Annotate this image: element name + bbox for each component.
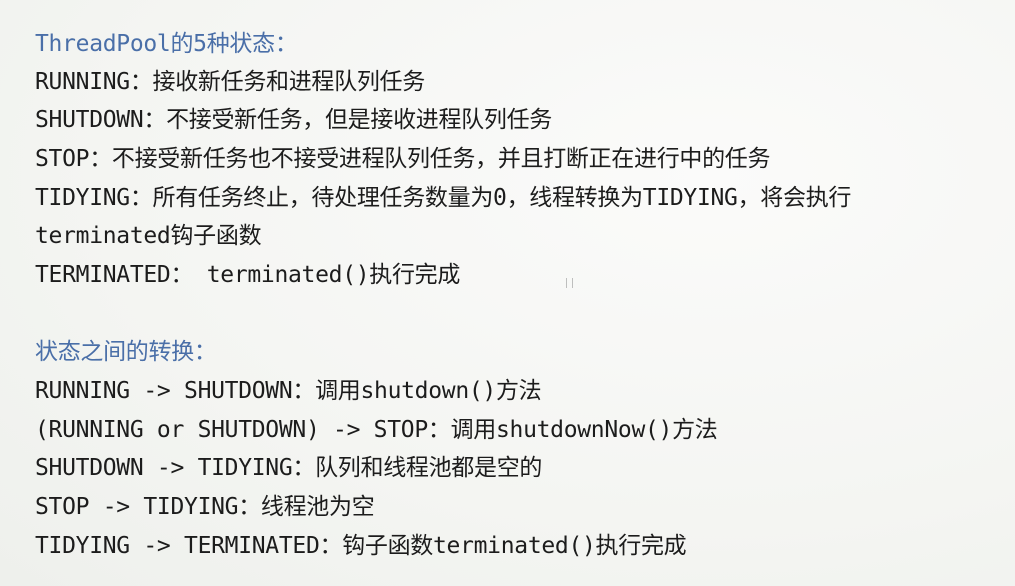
text-cursor-icon <box>566 278 573 288</box>
state-line-stop: STOP：不接受新任务也不接受进程队列任务，并且打断正在进行中的任务 <box>35 146 771 172</box>
state-line-tidying: TIDYING：所有任务终止，待处理任务数量为0，线程转换为TIDYING，将会… <box>35 185 852 211</box>
transition-line-running-shutdown: RUNNING -> SHUTDOWN：调用shutdown()方法 <box>35 378 542 404</box>
section-heading-transitions: 状态之间的转换： <box>35 339 217 365</box>
transition-line-stop-tidying: STOP -> TIDYING：线程池为空 <box>35 494 375 520</box>
document-page: ThreadPool的5种状态： RUNNING：接收新任务和进程队列任务 SH… <box>0 0 1015 586</box>
transition-line-tidying-terminated: TIDYING -> TERMINATED：钩子函数terminated()执行… <box>35 533 687 559</box>
transition-line-to-stop: (RUNNING or SHUTDOWN) -> STOP：调用shutdown… <box>35 417 718 443</box>
state-line-running: RUNNING：接收新任务和进程队列任务 <box>35 69 425 95</box>
state-line-shutdown: SHUTDOWN：不接受新任务，但是接收进程队列任务 <box>35 107 552 133</box>
transition-line-shutdown-tidying: SHUTDOWN -> TIDYING：队列和线程池都是空的 <box>35 455 543 481</box>
section-heading-states: ThreadPool的5种状态： <box>35 31 298 57</box>
state-line-tidying-continued: terminated钩子函数 <box>35 223 262 249</box>
state-line-terminated: TERMINATED： terminated()执行完成 <box>35 262 461 288</box>
